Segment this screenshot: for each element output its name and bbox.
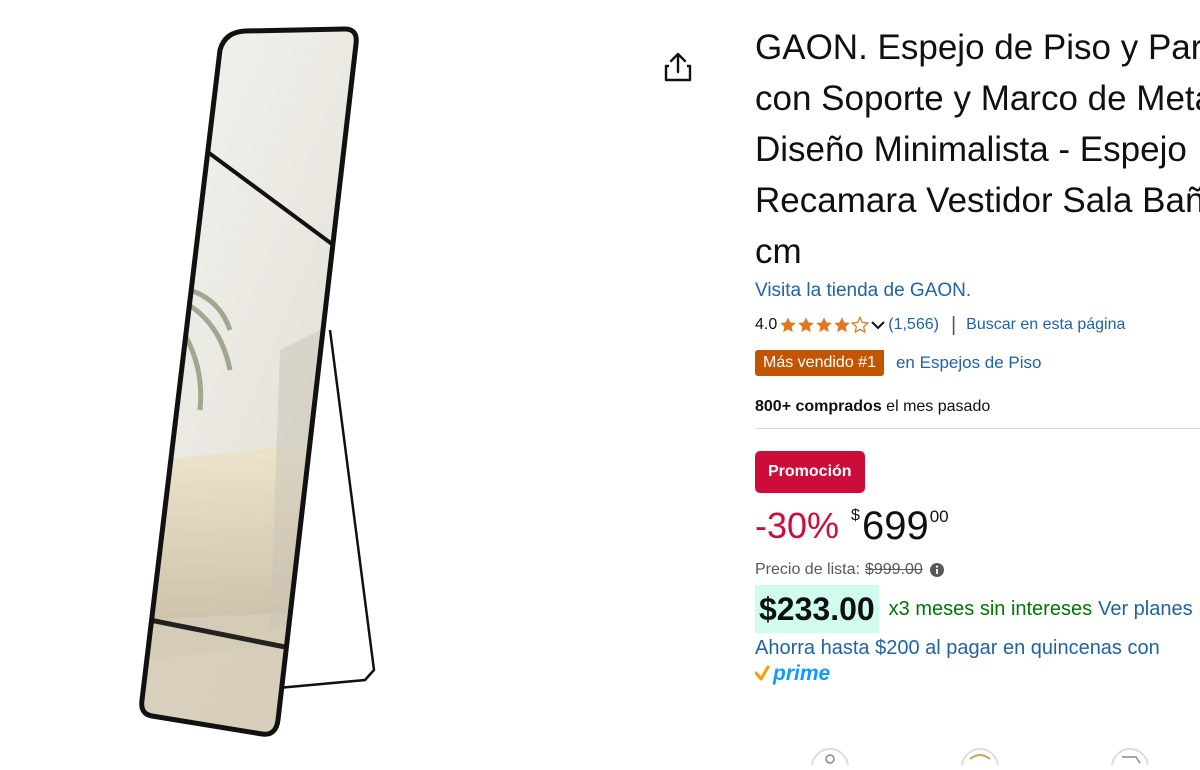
- prime-badge: prime: [755, 662, 1200, 686]
- star-full-icon: [816, 317, 832, 333]
- star-full-icon: [834, 317, 850, 333]
- mirror-image: [139, 26, 376, 737]
- discount-percent: -30%: [755, 505, 840, 546]
- star-empty-icon: [851, 316, 870, 334]
- price-row: -30% $ 699 00: [755, 503, 1200, 549]
- share-button[interactable]: [662, 50, 694, 84]
- product-info: GAON. Espejo de Piso y Pared con Soporte…: [755, 22, 1200, 686]
- savings-link[interactable]: Ahorra hasta $200 al pagar en quincenas …: [755, 636, 1200, 660]
- installment-text: x3 meses sin intereses: [888, 597, 1093, 620]
- feature-icons-row: [800, 745, 1180, 770]
- rating-row: 4.0 (1,566) | Buscar en esta página: [755, 315, 1200, 335]
- title-line: con Soporte y Marco de Metal: [755, 79, 1200, 118]
- promo-badge: Promoción: [755, 451, 865, 493]
- info-icon[interactable]: [929, 562, 945, 578]
- star-rating[interactable]: [779, 316, 870, 334]
- chevron-down-icon[interactable]: [870, 317, 886, 333]
- bought-count-bold: 800+ comprados: [755, 398, 882, 415]
- star-full-icon: [798, 317, 814, 333]
- price-cents: 00: [929, 507, 949, 526]
- search-page-link[interactable]: Buscar en esta página: [966, 315, 1125, 335]
- store-link[interactable]: Visita la tienda de GAON.: [755, 279, 1200, 303]
- list-price-row: Precio de lista: $999.00: [755, 561, 1200, 579]
- share-icon: [664, 52, 692, 82]
- title-line: GAON. Espejo de Piso y Pared: [755, 28, 1200, 67]
- bought-count-rest: el mes pasado: [881, 398, 991, 415]
- star-full-icon: [780, 317, 796, 333]
- feature-icons: [811, 748, 1149, 770]
- installment-plans-link[interactable]: Ver planes: [1098, 598, 1193, 621]
- best-seller-badge[interactable]: Más vendido #1: [755, 350, 884, 376]
- price: $ 699 00: [851, 503, 949, 549]
- separator: |: [950, 314, 957, 336]
- best-seller-category-link[interactable]: en Espejos de Piso: [896, 353, 1042, 373]
- installment-amount: $233.00: [755, 585, 879, 633]
- price-currency: $: [851, 507, 860, 524]
- title-line: Recamara Vestidor Sala Baño: [755, 181, 1200, 220]
- title-line: cm: [755, 232, 802, 271]
- prime-logo-icon: prime: [755, 662, 831, 685]
- title-line: Diseño Minimalista - Espejo: [755, 130, 1187, 169]
- list-price-label: Precio de lista:: [755, 561, 860, 578]
- bought-count: 800+ comprados el mes pasado: [755, 398, 1200, 416]
- price-whole: 699: [861, 504, 929, 548]
- product-image[interactable]: [100, 20, 400, 750]
- best-seller-row: Más vendido #1 en Espejos de Piso: [755, 350, 1200, 376]
- installment-row: $233.00 x3 meses sin intereses Ver plane…: [755, 585, 1200, 633]
- rating-value: 4.0: [755, 316, 778, 333]
- prime-label: prime: [772, 662, 831, 685]
- list-price: $999.00: [864, 561, 923, 578]
- review-count-link[interactable]: (1,566): [888, 315, 939, 335]
- product-title: GAON. Espejo de Piso y Pared con Soporte…: [755, 22, 1200, 277]
- divider: [755, 428, 1200, 429]
